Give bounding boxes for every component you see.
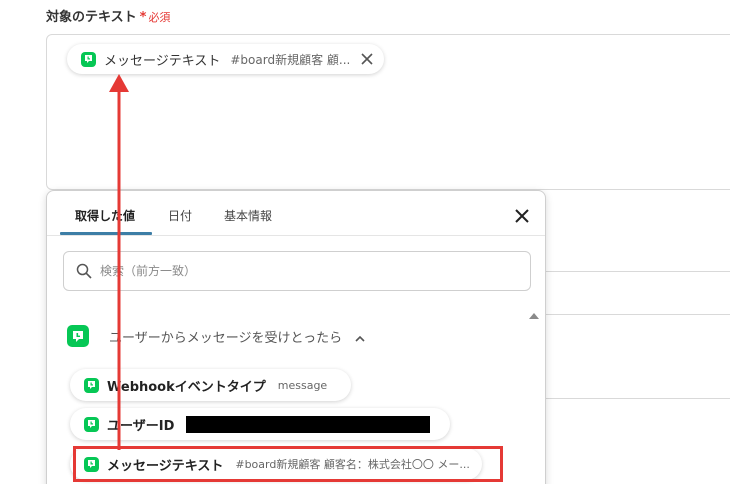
line-app-icon [67,325,89,347]
chip-label: メッセージテキスト [104,53,221,69]
line-app-icon [84,377,99,393]
field-label-text: 対象のテキスト [46,10,137,25]
scroll-up-arrow-icon[interactable] [529,313,539,319]
field-label: 対象のテキスト * 必須 [46,6,170,25]
item-label: ユーザーID [107,418,175,434]
required-text: 必須 [148,11,171,24]
form-divider [546,398,730,399]
list-item-webhook-event-type[interactable]: Webhookイベントタイプ message [70,369,352,401]
chevron-up-icon[interactable] [354,330,366,342]
highlight-box [73,446,503,482]
close-icon[interactable] [513,207,531,225]
search-box[interactable] [63,251,531,291]
tab-date[interactable]: 日付 [168,207,192,224]
list-item-user-id[interactable]: ユーザーID [70,408,451,440]
trigger-group-header[interactable]: ユーザーからメッセージを受けとったら [67,325,366,347]
chip-value: #board新規顧客 顧... [230,52,351,67]
form-divider [546,271,730,272]
item-label: Webhookイベントタイプ [107,379,266,395]
required-star: * [139,10,147,25]
active-tab-indicator [60,232,152,235]
close-icon[interactable] [360,52,374,66]
selected-value-chip[interactable]: メッセージテキスト #board新規顧客 顧... [67,44,385,74]
line-app-icon [81,51,96,67]
item-value: message [277,378,328,392]
popup-tabs: 取得した値 日付 基本情報 [47,191,545,236]
tab-basic-info[interactable]: 基本情報 [224,207,272,224]
tab-acquired-values[interactable]: 取得した値 [75,207,135,224]
search-icon [76,263,92,279]
redacted-value [186,415,431,433]
group-title: ユーザーからメッセージを受けとったら [109,330,343,346]
line-app-icon [84,416,99,432]
form-divider [546,314,730,315]
search-input[interactable] [100,264,520,278]
